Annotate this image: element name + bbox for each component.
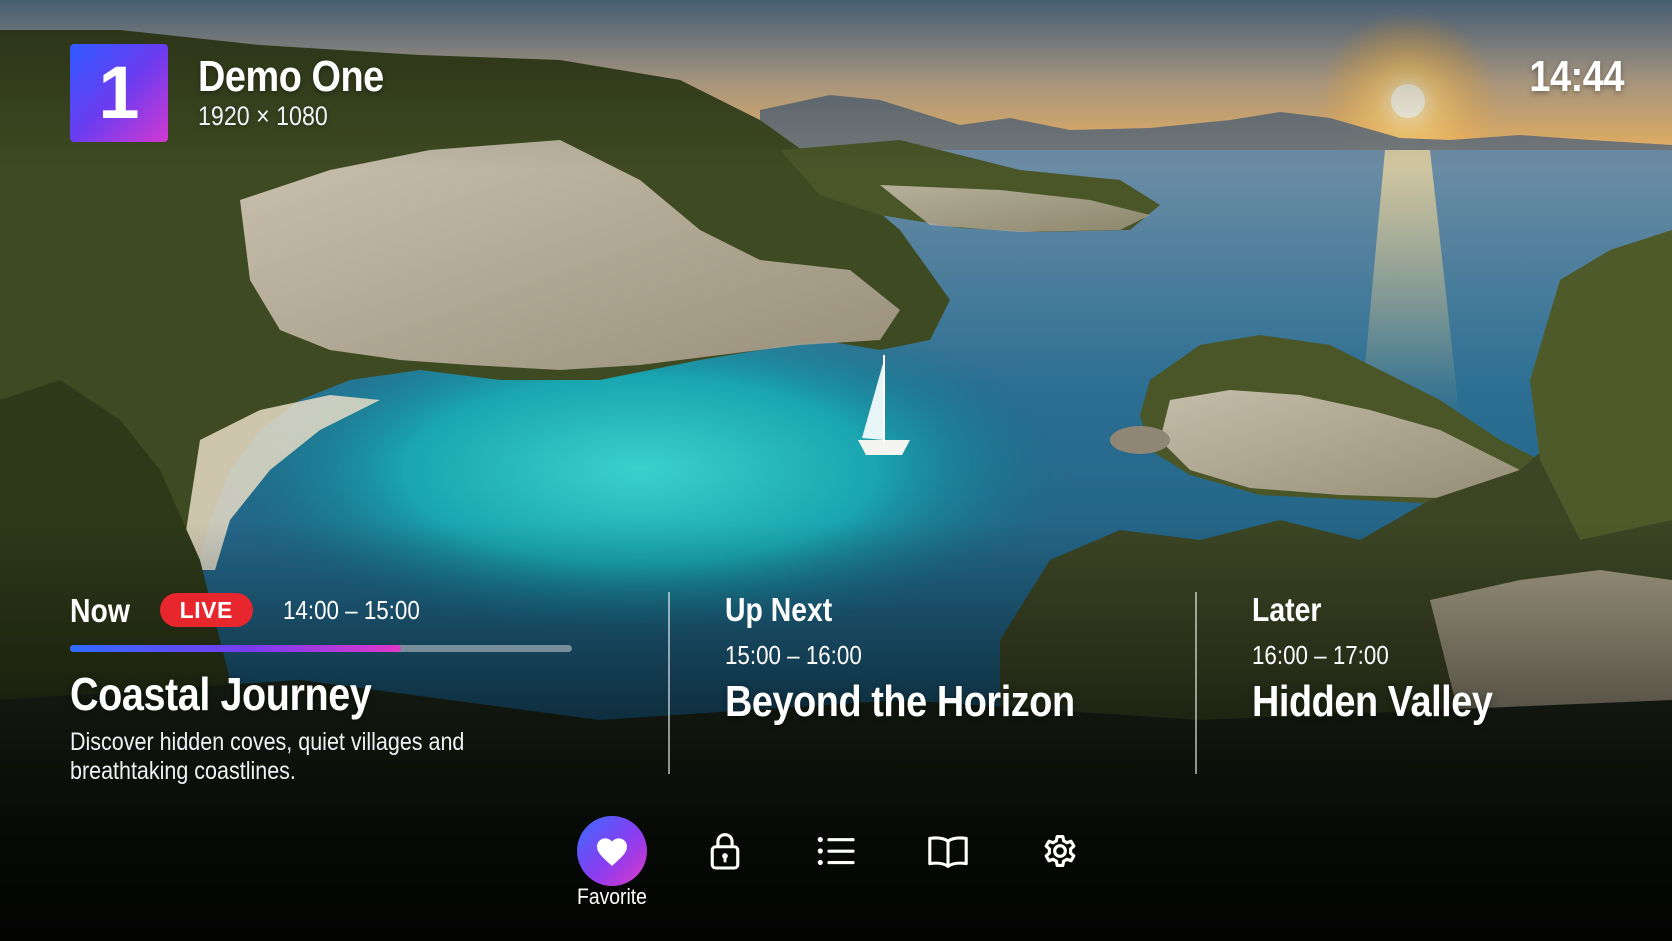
later-program[interactable]: Later 16:00 – 17:00 Hidden Valley xyxy=(1252,588,1612,725)
settings-button[interactable] xyxy=(1025,816,1095,886)
clock: 14:44 xyxy=(1529,52,1624,101)
program-guide: Now LIVE 14:00 – 15:00 Coastal Journey D… xyxy=(70,588,1612,785)
gear-icon xyxy=(1044,835,1076,868)
up-next-title: Beyond the Horizon xyxy=(725,677,1075,726)
now-header: Now LIVE 14:00 – 15:00 xyxy=(70,588,580,632)
list-icon xyxy=(817,837,855,865)
heart-icon xyxy=(597,838,627,866)
now-program[interactable]: Now LIVE 14:00 – 15:00 Coastal Journey D… xyxy=(70,588,580,786)
now-label: Now xyxy=(70,591,130,629)
live-badge: LIVE xyxy=(159,593,253,627)
divider xyxy=(668,592,670,774)
channel-resolution: 1920 × 1080 xyxy=(198,101,328,132)
channel-info: Demo One 1920 × 1080 xyxy=(198,52,414,132)
channel-header: 1 Demo One 1920 × 1080 xyxy=(70,44,414,142)
guide-button[interactable] xyxy=(913,816,983,886)
divider xyxy=(1195,592,1197,774)
channel-list-button[interactable] xyxy=(801,816,871,886)
now-description: Discover hidden coves, quiet villages an… xyxy=(70,728,465,786)
favorite-button[interactable] xyxy=(577,816,647,886)
up-next-label: Up Next xyxy=(725,591,833,628)
lock-icon xyxy=(710,833,740,870)
later-label: Later xyxy=(1252,591,1322,628)
up-next-time-range: 15:00 – 16:00 xyxy=(725,640,862,670)
now-time-range: 14:00 – 15:00 xyxy=(282,594,420,625)
book-icon xyxy=(928,836,968,868)
favorite-label: Favorite xyxy=(577,884,647,909)
later-time-range: 16:00 – 17:00 xyxy=(1252,640,1389,670)
program-progress-bar xyxy=(70,645,572,652)
action-bar xyxy=(0,816,1672,916)
program-progress-fill xyxy=(70,645,402,652)
later-title: Hidden Valley xyxy=(1252,677,1493,726)
lock-button[interactable] xyxy=(690,816,760,886)
channel-number-badge: 1 xyxy=(70,44,168,142)
channel-name: Demo One xyxy=(198,52,384,102)
now-title: Coastal Journey xyxy=(70,668,372,720)
up-next-program[interactable]: Up Next 15:00 – 16:00 Beyond the Horizon xyxy=(725,588,1185,725)
